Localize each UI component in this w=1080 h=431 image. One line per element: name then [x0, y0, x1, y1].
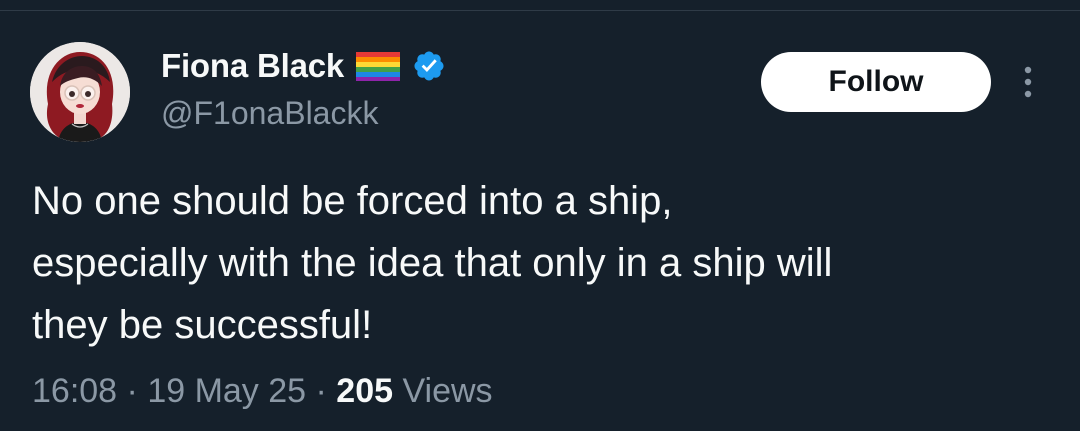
author-handle[interactable]: @F1onaBlackk — [161, 95, 378, 132]
tweet-time[interactable]: 16:08 — [32, 372, 117, 410]
more-vertical-icon[interactable] — [1014, 62, 1042, 102]
tweet-text-line: especially with the idea that only in a … — [32, 241, 833, 285]
author-name-row: Fiona Black — [161, 46, 446, 86]
tweet-meta: 16:08 · 19 May 25 · 205 Views — [32, 372, 493, 411]
views-label: Views — [393, 372, 493, 410]
meta-separator: · — [306, 372, 337, 410]
tweet-text: No one should be forced into a ship, esp… — [32, 170, 1062, 356]
author-display-name[interactable]: Fiona Black — [161, 47, 344, 85]
top-divider — [0, 10, 1080, 11]
verified-badge-icon[interactable] — [412, 49, 446, 83]
follow-button[interactable]: Follow — [761, 52, 991, 112]
avatar[interactable] — [30, 42, 130, 142]
views-count[interactable]: 205 — [336, 372, 393, 410]
meta-separator: · — [117, 372, 148, 410]
tweet-text-line: they be successful! — [32, 303, 373, 347]
rainbow-flag-icon — [354, 50, 402, 82]
tweet-date[interactable]: 19 May 25 — [147, 372, 306, 410]
tweet-text-line: No one should be forced into a ship, — [32, 179, 673, 223]
avatar-image — [30, 42, 130, 142]
